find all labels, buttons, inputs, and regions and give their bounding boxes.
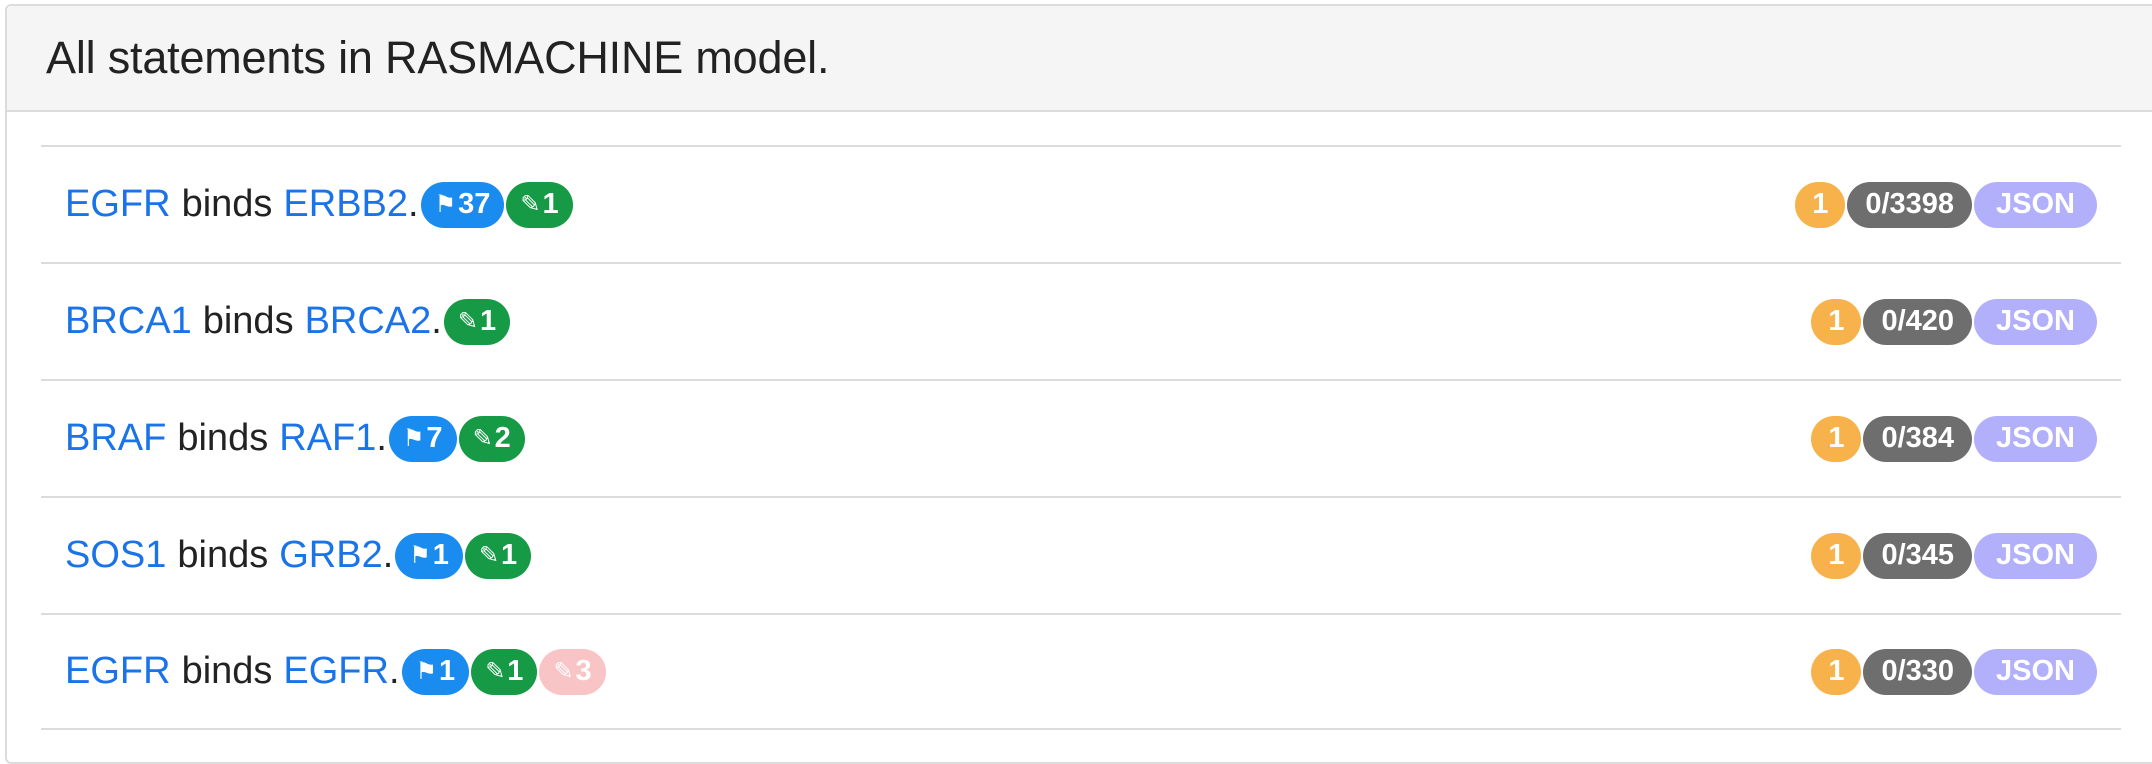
- flag-icon: ⚑: [434, 191, 457, 218]
- card-header: All statements in RASMACHINE model.: [7, 6, 2152, 112]
- curation-count-pill[interactable]: ✎ 1: [443, 298, 511, 345]
- pencil-icon: ✎: [478, 542, 500, 569]
- statement-badges: 1 0/330 JSON: [1809, 648, 2097, 695]
- agent-link-object[interactable]: RAF1: [279, 417, 376, 460]
- statement-period: .: [376, 417, 387, 459]
- statement-text: SOS1 binds GRB2 . ⚑ 1 ✎ 1: [65, 532, 533, 579]
- evidence-count-badge[interactable]: 1: [1811, 532, 1862, 579]
- statement-row: BRCA1 binds BRCA2 . ✎ 1 1 0/420 JSON: [41, 262, 2121, 379]
- flag-icon: ⚑: [402, 425, 425, 452]
- statement-list: EGFR binds ERBB2 . ⚑ 37 ✎ 1 1 0/3398 JSO…: [41, 145, 2121, 730]
- statement-period: .: [382, 534, 394, 576]
- statement-verb: binds: [202, 300, 294, 342]
- curation-count-pill[interactable]: ✎ 2: [458, 415, 525, 462]
- statement-row: EGFR binds ERBB2 . ⚑ 37 ✎ 1 1 0/3398 JSO…: [41, 145, 2121, 262]
- json-button[interactable]: JSON: [1974, 181, 2097, 228]
- pencil-icon: ✎: [485, 658, 506, 685]
- belief-ratio-badge[interactable]: 0/3398: [1847, 181, 1973, 228]
- json-button[interactable]: JSON: [1974, 648, 2097, 695]
- faded-curation-count: 3: [575, 655, 592, 687]
- statement-verb: binds: [177, 417, 269, 459]
- json-button[interactable]: JSON: [1974, 415, 2097, 462]
- curation-count-pill[interactable]: ✎ 1: [506, 181, 573, 228]
- statement-text: BRAF binds RAF1 . ⚑ 7 ✎ 2: [65, 415, 527, 462]
- statement-verb: binds: [181, 183, 273, 225]
- statement-verb: binds: [177, 534, 269, 576]
- agent-link-subject[interactable]: BRAF: [65, 417, 166, 460]
- statement-row: BRAF binds RAF1 . ⚑ 7 ✎ 2 1 0/384 JSON: [41, 379, 2121, 496]
- statement-row: SOS1 binds GRB2 . ⚑ 1 ✎ 1 1 0/345 JSON: [41, 496, 2121, 613]
- agent-link-subject[interactable]: SOS1: [65, 534, 166, 577]
- curation-count: 1: [507, 655, 524, 687]
- curation-count-pill[interactable]: ✎ 1: [471, 648, 538, 695]
- curation-count: 1: [479, 305, 497, 337]
- statement-period: .: [431, 300, 442, 342]
- statement-row: EGFR binds EGFR . ⚑ 1 ✎ 1 ✎ 3 1 0/330 JS…: [41, 613, 2121, 730]
- flag-count: 37: [458, 188, 491, 220]
- agent-link-object[interactable]: ERBB2: [283, 183, 408, 226]
- flag-icon: ⚑: [415, 658, 438, 685]
- belief-ratio-badge[interactable]: 0/420: [1863, 298, 1973, 345]
- flag-count: 7: [426, 422, 443, 454]
- agent-link-object[interactable]: GRB2: [279, 534, 382, 577]
- agent-link-object[interactable]: EGFR: [283, 650, 389, 693]
- statement-badges: 1 0/384 JSON: [1809, 415, 2097, 462]
- statement-verb: binds: [181, 650, 273, 692]
- flag-count-pill[interactable]: ⚑ 37: [420, 181, 505, 228]
- flag-count-pill[interactable]: ⚑ 7: [388, 415, 457, 462]
- curation-count-pill[interactable]: ✎ 1: [464, 532, 532, 579]
- pencil-icon: ✎: [553, 658, 574, 685]
- agent-link-object[interactable]: BRCA2: [305, 300, 432, 343]
- belief-ratio-badge[interactable]: 0/330: [1863, 648, 1973, 695]
- evidence-count-badge[interactable]: 1: [1811, 648, 1862, 695]
- pencil-icon: ✎: [520, 191, 541, 218]
- flag-count-pill[interactable]: ⚑ 1: [395, 532, 463, 579]
- statement-text: EGFR binds EGFR . ⚑ 1 ✎ 1 ✎ 3: [65, 648, 608, 695]
- pencil-icon: ✎: [472, 425, 493, 452]
- statement-badges: 1 0/3398 JSON: [1793, 181, 2097, 228]
- pencil-icon: ✎: [457, 308, 478, 335]
- json-button[interactable]: JSON: [1974, 532, 2097, 579]
- agent-link-subject[interactable]: EGFR: [65, 183, 171, 226]
- statement-badges: 1 0/345 JSON: [1809, 532, 2097, 579]
- belief-ratio-badge[interactable]: 0/384: [1863, 415, 1973, 462]
- evidence-count-badge[interactable]: 1: [1811, 298, 1862, 345]
- belief-ratio-badge[interactable]: 0/345: [1863, 532, 1973, 579]
- evidence-count-badge[interactable]: 1: [1795, 181, 1846, 228]
- curation-count: 2: [494, 422, 511, 454]
- statement-text: BRCA1 binds BRCA2 . ✎ 1: [65, 298, 512, 345]
- flag-icon: ⚑: [409, 542, 431, 569]
- statement-period: .: [408, 183, 419, 225]
- agent-link-subject[interactable]: BRCA1: [65, 300, 192, 343]
- flag-count: 1: [432, 539, 449, 571]
- statement-badges: 1 0/420 JSON: [1809, 298, 2097, 345]
- agent-link-subject[interactable]: EGFR: [65, 650, 171, 693]
- flag-count-pill[interactable]: ⚑ 1: [401, 648, 470, 695]
- flag-count: 1: [439, 655, 456, 687]
- page-title: All statements in RASMACHINE model.: [46, 32, 830, 83]
- statement-text: EGFR binds ERBB2 . ⚑ 37 ✎ 1: [65, 181, 575, 228]
- evidence-count-badge[interactable]: 1: [1811, 415, 1862, 462]
- curation-count: 1: [542, 188, 559, 220]
- faded-curation-count-pill[interactable]: ✎ 3: [539, 648, 606, 695]
- curation-count: 1: [501, 539, 518, 571]
- statement-period: .: [388, 650, 400, 692]
- json-button[interactable]: JSON: [1974, 298, 2097, 345]
